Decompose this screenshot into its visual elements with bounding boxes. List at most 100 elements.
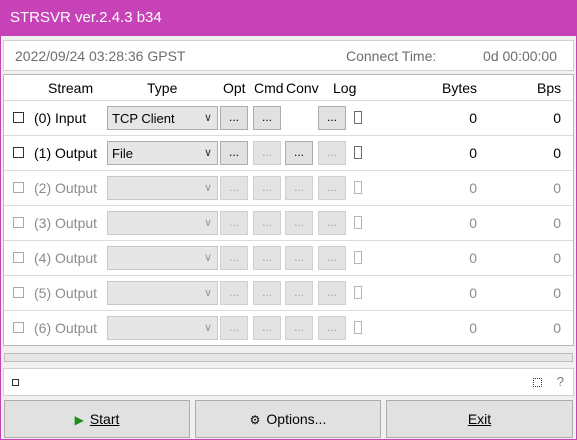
header-bytes: Bytes — [442, 80, 478, 96]
stream-5-log-indicator — [354, 286, 362, 299]
stream-5-checkbox[interactable] — [13, 287, 24, 298]
stream-6-log-button[interactable]: ... — [318, 316, 346, 340]
stream-3-log-button[interactable]: ... — [318, 211, 346, 235]
stream-2-bytes: 0 — [469, 180, 477, 196]
status-indicator-icon — [12, 379, 19, 386]
stream-6-log-indicator — [354, 321, 362, 334]
options-button-label: Options... — [266, 411, 327, 427]
stream-row-6: (6) Output ∨ ... ... ... ... 0 0 — [4, 310, 573, 345]
window-title: STRSVR ver.2.4.3 b34 — [10, 9, 162, 26]
stream-1-checkbox[interactable] — [13, 147, 24, 158]
help-icon[interactable]: ? — [557, 374, 564, 389]
stream-5-label: (5) Output — [34, 285, 98, 301]
start-button[interactable]: ▶ Start — [4, 400, 190, 438]
stream-3-conv-button[interactable]: ... — [285, 211, 313, 235]
stream-2-conv-button[interactable]: ... — [285, 176, 313, 200]
stream-6-type-select[interactable]: ∨ — [107, 316, 218, 340]
stream-1-log-button[interactable]: ... — [318, 141, 346, 165]
stream-3-cmd-button[interactable]: ... — [253, 211, 281, 235]
stream-5-bytes: 0 — [469, 285, 477, 301]
header-type: Type — [147, 80, 178, 96]
stream-6-checkbox[interactable] — [13, 322, 24, 333]
stream-5-log-button[interactable]: ... — [318, 281, 346, 305]
stream-3-bps: 0 — [553, 215, 561, 231]
stream-2-log-button[interactable]: ... — [318, 176, 346, 200]
stream-4-cmd-button[interactable]: ... — [253, 246, 281, 270]
stream-5-conv-button[interactable]: ... — [285, 281, 313, 305]
stream-4-type-select[interactable]: ∨ — [107, 246, 218, 270]
options-button[interactable]: ⚙ Options... — [195, 400, 381, 438]
stream-0-cmd-button[interactable]: ... — [253, 106, 281, 130]
stream-6-label: (6) Output — [34, 320, 98, 336]
stream-6-bytes: 0 — [469, 320, 477, 336]
stream-4-log-indicator — [354, 251, 362, 264]
chevron-down-icon: ∨ — [203, 147, 212, 159]
chevron-down-icon: ∨ — [203, 287, 212, 299]
start-button-label: Start — [89, 411, 120, 427]
stream-3-type-select[interactable]: ∨ — [107, 211, 218, 235]
stream-row-1: (1) Output File ∨ ... ... ... ... 0 0 — [4, 135, 573, 170]
stream-4-conv-button[interactable]: ... — [285, 246, 313, 270]
chevron-down-icon: ∨ — [203, 252, 212, 264]
stream-2-type-select[interactable]: ∨ — [107, 176, 218, 200]
progress-bar — [4, 353, 573, 362]
stream-3-log-indicator — [354, 216, 362, 229]
stream-0-checkbox[interactable] — [13, 112, 24, 123]
stream-5-bps: 0 — [553, 285, 561, 301]
stream-0-label: (0) Input — [34, 110, 87, 126]
header-log: Log — [333, 80, 357, 96]
stream-0-log-indicator — [354, 111, 362, 124]
title-bar: STRSVR ver.2.4.3 b34 — [0, 0, 577, 36]
header-cmd: Cmd — [254, 80, 284, 96]
stream-4-bps: 0 — [553, 250, 561, 266]
stream-6-cmd-button[interactable]: ... — [253, 316, 281, 340]
stream-1-type-select[interactable]: File ∨ — [107, 141, 218, 165]
stream-1-type-value: File — [112, 146, 133, 161]
stream-0-bps: 0 — [553, 110, 561, 126]
stream-row-3: (3) Output ∨ ... ... ... ... 0 0 — [4, 205, 573, 240]
stream-6-conv-button[interactable]: ... — [285, 316, 313, 340]
stream-0-type-select[interactable]: TCP Client ∨ — [107, 106, 218, 130]
stream-4-bytes: 0 — [469, 250, 477, 266]
exit-button[interactable]: Exit — [386, 400, 573, 438]
message-bar: ? — [3, 368, 574, 396]
connect-time-value: 0d 00:00:00 — [483, 48, 557, 64]
stream-4-opt-button[interactable]: ... — [220, 246, 248, 270]
stream-1-conv-button[interactable]: ... — [285, 141, 313, 165]
connect-time-label: Connect Time: — [346, 48, 437, 64]
stream-row-0: (0) Input TCP Client ∨ ... ... ... 0 0 — [4, 100, 573, 135]
current-time: 2022/09/24 03:28:36 GPST — [15, 48, 186, 64]
stream-2-checkbox[interactable] — [13, 182, 24, 193]
chevron-down-icon: ∨ — [203, 322, 212, 334]
chevron-down-icon: ∨ — [203, 217, 212, 229]
stream-2-cmd-button[interactable]: ... — [253, 176, 281, 200]
stream-2-label: (2) Output — [34, 180, 98, 196]
stream-5-type-select[interactable]: ∨ — [107, 281, 218, 305]
stream-4-log-button[interactable]: ... — [318, 246, 346, 270]
stream-6-opt-button[interactable]: ... — [220, 316, 248, 340]
stream-0-type-value: TCP Client — [112, 111, 175, 126]
header-stream: Stream — [48, 80, 94, 96]
stream-0-opt-button[interactable]: ... — [220, 106, 248, 130]
stream-2-opt-button[interactable]: ... — [220, 176, 248, 200]
play-icon: ▶ — [74, 413, 84, 427]
stream-4-checkbox[interactable] — [13, 252, 24, 263]
trace-window-icon[interactable] — [533, 378, 542, 387]
header-bps: Bps — [537, 80, 562, 96]
stream-3-opt-button[interactable]: ... — [220, 211, 248, 235]
stream-5-opt-button[interactable]: ... — [220, 281, 248, 305]
stream-3-label: (3) Output — [34, 215, 98, 231]
stream-5-cmd-button[interactable]: ... — [253, 281, 281, 305]
stream-1-log-indicator — [354, 146, 362, 159]
header-conv: Conv — [286, 80, 319, 96]
stream-1-opt-button[interactable]: ... — [220, 141, 248, 165]
stream-0-log-button[interactable]: ... — [318, 106, 346, 130]
stream-table: Stream Type Opt Cmd Conv Log Bytes Bps (… — [3, 74, 574, 346]
time-status-panel: 2022/09/24 03:28:36 GPST Connect Time: 0… — [3, 40, 574, 71]
stream-3-bytes: 0 — [469, 215, 477, 231]
stream-1-cmd-button[interactable]: ... — [253, 141, 281, 165]
stream-1-bps: 0 — [553, 145, 561, 161]
stream-3-checkbox[interactable] — [13, 217, 24, 228]
stream-0-bytes: 0 — [469, 110, 477, 126]
stream-6-bps: 0 — [553, 320, 561, 336]
